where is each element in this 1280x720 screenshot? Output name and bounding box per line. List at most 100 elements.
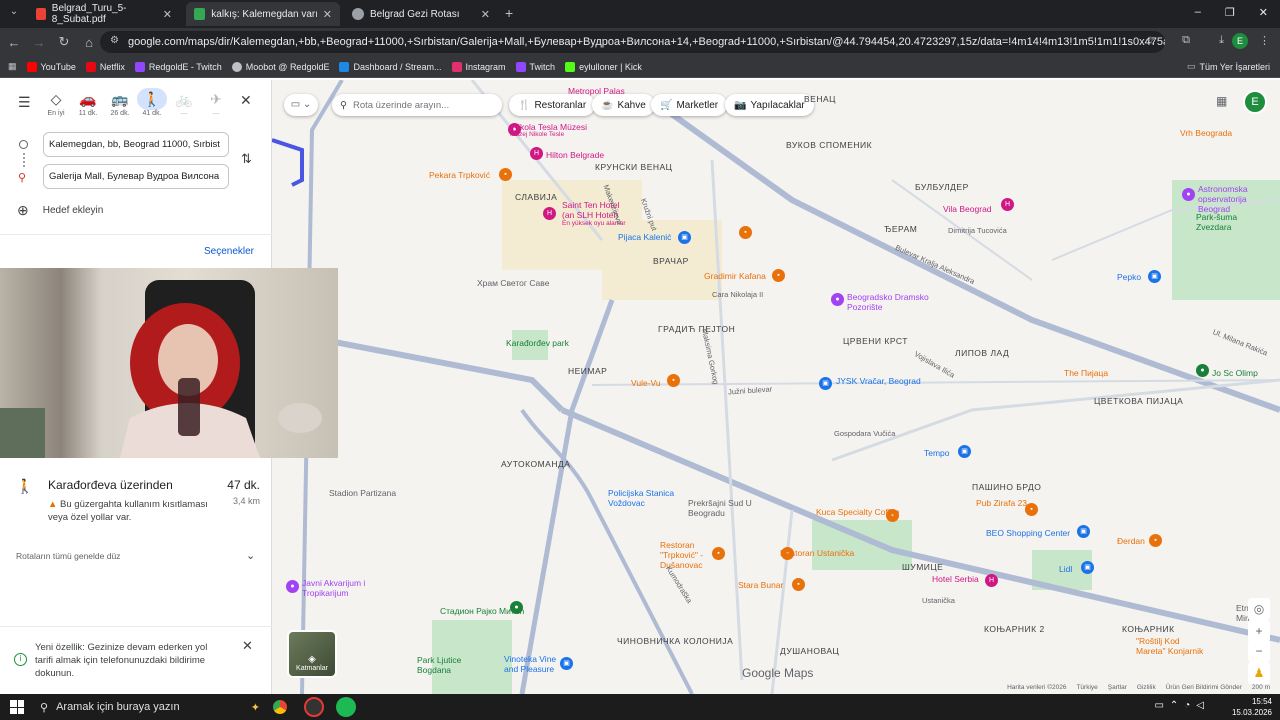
swap-icon[interactable]: ⇅ [241, 151, 252, 167]
poi-label[interactable]: The Пијаца [1064, 368, 1108, 378]
restaurant-pin-icon[interactable]: ▪ [772, 269, 785, 282]
chip-restaurants[interactable]: 🍴 Restoranlar [509, 94, 596, 116]
minimize-button[interactable]: – [1195, 6, 1201, 19]
market-pin-icon[interactable]: ▣ [1081, 561, 1094, 574]
route-card[interactable]: 🚶 Karađorđeva üzerinden 47 dk. 3,4 km ▲ … [16, 478, 260, 524]
bookmark-youtube[interactable]: YouTube [26, 61, 76, 72]
poi-label[interactable]: Beogradsko Dramsko Pozorište [847, 292, 937, 312]
observatory-pin-icon[interactable]: ● [1182, 188, 1195, 201]
poi-label[interactable]: Stadion Partizana [329, 488, 396, 498]
my-location-button[interactable]: ◎ [1248, 598, 1270, 620]
shopping-pin-icon[interactable]: ▣ [819, 377, 832, 390]
market-pin-icon[interactable]: ▣ [958, 445, 971, 458]
poi-label[interactable]: Restoran Ustanička [780, 548, 854, 558]
close-icon[interactable]: ✕ [163, 8, 172, 21]
options-link[interactable]: Seçenekler [204, 246, 254, 257]
chip-things-to-do[interactable]: 📷 Yapılacaklar [725, 94, 814, 116]
tab-search-icon[interactable]: ⌄ [6, 6, 22, 22]
hotel-pin-icon[interactable]: H [985, 574, 998, 587]
hotel-pin-icon[interactable]: H [543, 207, 556, 220]
poi-label[interactable]: "Roštilj Kod Mareta" Konjarnik [1136, 636, 1206, 656]
poi-label[interactable]: Hotel Serbia [932, 574, 979, 584]
poi-label[interactable]: Pijaca Kalenić [618, 232, 671, 242]
footer-link[interactable]: Türkiye [1076, 684, 1097, 691]
back-button[interactable]: ← [3, 31, 25, 53]
restaurant-pin-icon[interactable]: ▪ [667, 374, 680, 387]
poi-label[interactable]: Lidl [1059, 564, 1072, 574]
market-pin-icon[interactable]: ▣ [678, 231, 691, 244]
poi-label[interactable]: Pekara Trpković [429, 170, 490, 180]
street-view-pegman-icon[interactable]: ♟ [1248, 662, 1270, 684]
poi-label[interactable]: Karađorđev park [506, 338, 569, 348]
extensions-icon[interactable]: ⧉ [1182, 34, 1190, 47]
obs-taskbar-icon[interactable] [304, 697, 324, 717]
zoom-in-button[interactable]: + [1248, 620, 1270, 642]
spotify-taskbar-icon[interactable] [336, 697, 356, 717]
sports-pin-icon[interactable]: ● [1196, 364, 1209, 377]
chip-coffee[interactable]: ☕ Kahve [592, 94, 655, 116]
apps-icon[interactable]: ▦ [8, 61, 17, 72]
apps-grid-icon[interactable]: ▦ [1216, 94, 1227, 108]
poi-label[interactable]: BEO Shopping Center [986, 528, 1070, 538]
mode-transit[interactable]: 🚌 26 dk. [105, 88, 135, 117]
site-info-icon[interactable]: ⚙ [110, 35, 119, 46]
poi-label[interactable]: Stara Bunar [738, 580, 783, 590]
poi-label[interactable]: Park Ljutice Bogdana [417, 655, 467, 675]
bookmark-netflix[interactable]: Netflix [85, 61, 125, 72]
chrome-taskbar-icon[interactable] [270, 697, 290, 717]
footer-link[interactable]: Gizlilik [1137, 684, 1156, 691]
bookmark-moobot[interactable]: Moobot @ RedgoldE [231, 61, 329, 72]
chevron-down-icon[interactable]: ⌄ [246, 549, 255, 562]
zoom-out-button[interactable]: − [1248, 640, 1270, 662]
poi-label[interactable]: Park-šuma Zvezdara [1196, 212, 1256, 232]
bookmark-redgolde-twitch[interactable]: RedgoldE - Twitch [134, 61, 222, 72]
close-icon[interactable]: ✕ [323, 8, 332, 21]
poi-label[interactable]: Храм Светог Саве [477, 278, 549, 288]
home-button[interactable]: ⌂ [78, 31, 100, 53]
poi-label[interactable]: Pepko [1117, 272, 1141, 282]
restaurant-pin-icon[interactable]: ▪ [1149, 534, 1162, 547]
theater-pin-icon[interactable]: ● [831, 293, 844, 306]
route-search-input[interactable]: ⚲ Rota üzerinde arayın... [332, 94, 502, 116]
poi-label[interactable]: Astronomska opservatorija Beograd [1198, 184, 1278, 214]
windows-start-icon[interactable] [10, 700, 24, 714]
hotel-pin-icon[interactable]: H [1001, 198, 1014, 211]
footer-link[interactable]: Ürün Geri Bildirimi Gönder [1166, 684, 1242, 691]
bookmark-star-icon[interactable]: ☆ [1145, 34, 1155, 47]
mode-bicycle[interactable]: 🚲 — [169, 88, 199, 117]
all-bookmarks[interactable]: ▭ Tüm Yer İşaretleri [1187, 61, 1270, 72]
menu-icon[interactable]: ⋮ [1259, 34, 1270, 47]
profile-avatar[interactable]: E [1232, 33, 1248, 49]
tab-pdf[interactable]: Belgrad_Turu_5-8_Subat.pdf ✕ [28, 2, 180, 26]
poi-label[interactable]: Vinoteka Vine and Pleasure [504, 654, 566, 674]
poi-label[interactable]: Pub Zirafa 23 [976, 498, 1027, 508]
tab-maps[interactable]: kalkış: Kalemegdan varış: Galeri ✕ [186, 2, 340, 26]
maximize-button[interactable]: ❐ [1225, 6, 1235, 19]
layers-toggle-button[interactable]: ▭ ⌄ [284, 94, 318, 116]
restaurant-pin-icon[interactable]: ▪ [792, 578, 805, 591]
poi-label[interactable]: Kuca Specialty Coffee [816, 507, 899, 517]
mode-car[interactable]: 🚗 11 dk. [73, 88, 103, 117]
download-icon[interactable]: ⤓ [1219, 34, 1224, 47]
shopping-pin-icon[interactable]: ▣ [1077, 525, 1090, 538]
poi-label[interactable]: Policijska Stanica Voždovac [608, 488, 678, 508]
profile-avatar[interactable]: E [1243, 90, 1267, 114]
system-tray-icons[interactable]: ▭⌃◔◁ [1154, 700, 1210, 711]
poi-label[interactable]: Vule-Vu [631, 378, 661, 388]
mode-walking[interactable]: 🚶 41 dk. [137, 88, 167, 117]
poi-label[interactable]: Tempo [924, 448, 950, 458]
aquarium-pin-icon[interactable]: ● [286, 580, 299, 593]
poi-label[interactable]: Vila Beograd [943, 204, 992, 214]
taskbar-clock[interactable]: 15:54 15.03.2026 [1232, 696, 1272, 718]
poi-label[interactable]: Hilton Belgrade [546, 150, 604, 160]
reload-button[interactable]: ↻ [53, 31, 75, 53]
forward-button[interactable]: → [28, 31, 50, 53]
mode-best[interactable]: ◇ En iyi [41, 88, 71, 117]
footer-link[interactable]: Şartlar [1108, 684, 1127, 691]
layers-button[interactable]: ◈ Katmanlar [287, 630, 337, 678]
bookmark-instagram[interactable]: Instagram [451, 61, 506, 72]
market-pin-icon[interactable]: ▣ [1148, 270, 1161, 283]
chip-markets[interactable]: 🛒 Marketler [651, 94, 728, 116]
poi-label[interactable]: Vrh Beograda [1180, 128, 1232, 138]
scale-bar[interactable]: 200 m [1252, 684, 1270, 691]
